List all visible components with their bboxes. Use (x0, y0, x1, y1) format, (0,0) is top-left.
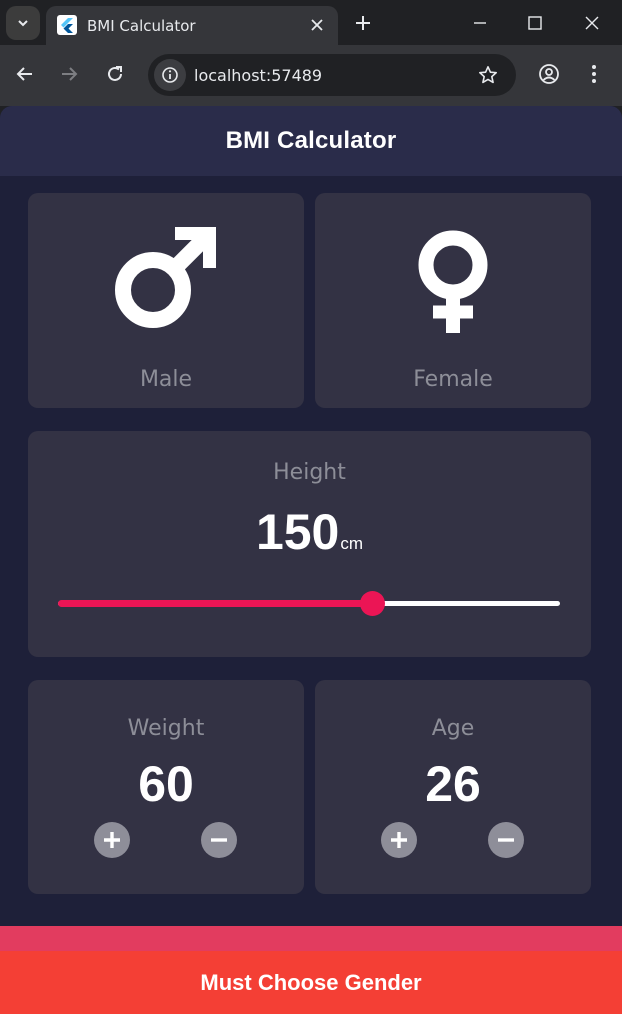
height-card: Height 150cm (28, 431, 591, 657)
app-bar: BMI Calculator (0, 106, 622, 176)
back-arrow-icon (16, 67, 32, 81)
maximize-icon (528, 16, 542, 30)
slider-active-track (58, 600, 372, 607)
height-label: Height (273, 460, 346, 485)
plus-icon (104, 832, 120, 848)
star-icon (479, 66, 497, 84)
age-label: Age (431, 716, 475, 741)
browser-tab[interactable]: BMI Calculator (46, 6, 338, 45)
female-card[interactable]: Female (315, 193, 591, 408)
reload-button[interactable] (100, 59, 130, 89)
flutter-icon (57, 15, 77, 35)
address-bar[interactable]: localhost:57489 (148, 54, 516, 96)
profile-icon (539, 64, 559, 84)
more-vertical-icon (592, 65, 596, 83)
tab-title: BMI Calculator (87, 17, 196, 35)
info-icon (162, 67, 178, 83)
male-label: Male (139, 367, 193, 392)
height-value-display: 150cm (28, 503, 591, 561)
url-text: localhost:57489 (194, 66, 323, 85)
close-icon (585, 16, 599, 30)
forward-arrow-icon (62, 67, 78, 81)
minus-icon (498, 838, 514, 842)
new-tab-button[interactable] (348, 8, 378, 38)
forward-button[interactable] (54, 59, 84, 89)
age-value: 26 (425, 756, 481, 812)
weight-label: Weight (127, 716, 205, 741)
height-value: 150 (255, 504, 340, 560)
male-card[interactable]: Male (28, 193, 304, 408)
minimize-icon (474, 22, 486, 24)
female-label: Female (413, 367, 493, 392)
weight-increment-button[interactable] (94, 822, 130, 858)
minimize-button[interactable] (465, 8, 495, 38)
site-info-button[interactable] (154, 59, 186, 91)
height-unit: cm (340, 534, 364, 553)
calculate-button-label: Must Choose Gender (200, 969, 422, 995)
close-window-button[interactable] (577, 8, 607, 38)
plus-icon (356, 16, 370, 30)
age-decrement-button[interactable] (488, 822, 524, 858)
slider-thumb[interactable] (359, 591, 385, 616)
height-slider[interactable] (58, 591, 560, 616)
weight-value: 60 (138, 756, 194, 812)
browser-tab-bar: BMI Calculator (0, 0, 622, 45)
female-symbol-icon (315, 223, 591, 335)
back-button[interactable] (10, 59, 40, 89)
weight-card: Weight 60 (28, 680, 304, 894)
chevron-down-icon (18, 20, 28, 27)
close-icon (311, 19, 323, 31)
bookmark-button[interactable] (474, 61, 502, 89)
reload-icon (108, 66, 122, 81)
maximize-button[interactable] (520, 8, 550, 38)
profile-button[interactable] (534, 59, 564, 89)
calculate-button[interactable]: Must Choose Gender (0, 951, 622, 1014)
plus-icon (391, 832, 407, 848)
age-card: Age 26 (315, 680, 591, 894)
age-increment-button[interactable] (381, 822, 417, 858)
minus-icon (211, 838, 227, 842)
browser-toolbar: localhost:57489 (0, 45, 622, 106)
page-title: BMI Calculator (225, 127, 397, 154)
browser-menu-button[interactable] (579, 59, 609, 89)
tab-search-button[interactable] (6, 6, 40, 40)
weight-decrement-button[interactable] (201, 822, 237, 858)
male-symbol-icon (28, 223, 304, 333)
bmi-app: BMI Calculator Male Female Height 150cm (0, 106, 622, 1014)
tab-close-button[interactable] (306, 14, 328, 36)
